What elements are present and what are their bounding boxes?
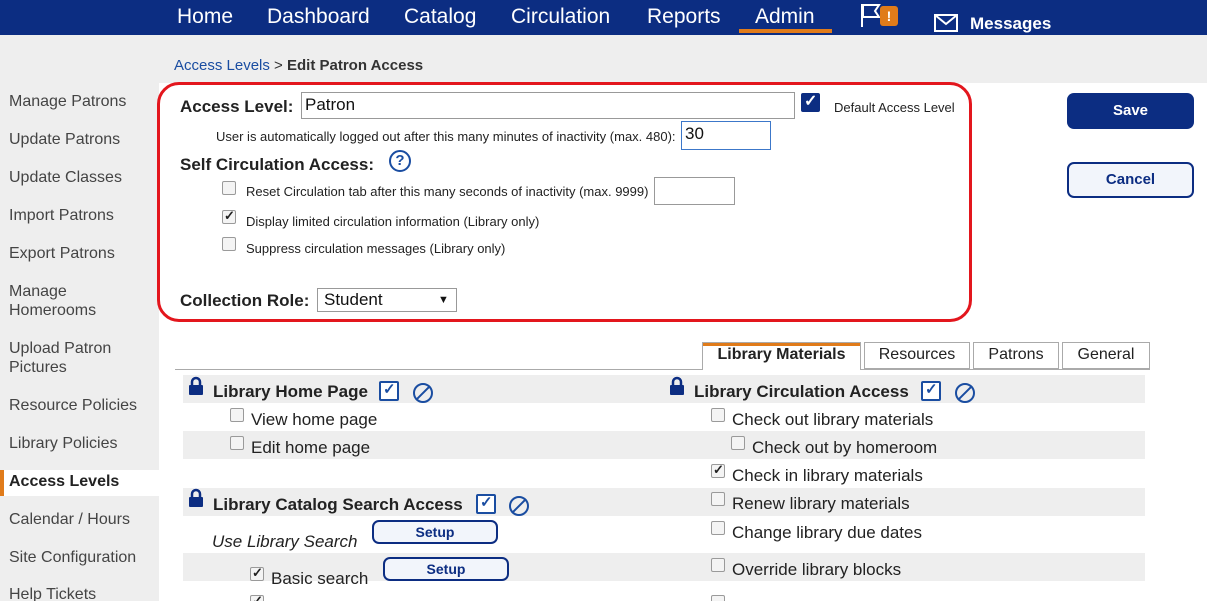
collection-role-select[interactable]: Student [317,288,457,312]
mail-icon [934,14,958,32]
lock-icon [189,488,203,507]
circulation-clear-icon[interactable] [955,383,975,403]
sidebar-item-update-classes[interactable]: Update Classes [9,168,149,187]
check-out-homeroom-checkbox[interactable] [731,436,745,450]
top-nav: Home Dashboard Catalog Circulation Repor… [0,0,1207,35]
check-in-label: Check in library materials [732,466,923,485]
alert-badge: ! [880,6,898,26]
alerts-button[interactable]: ! [860,2,912,28]
catalog-search-title: Library Catalog Search Access [213,495,463,514]
sidebar-item-import-patrons[interactable]: Import Patrons [9,206,149,225]
nav-catalog[interactable]: Catalog [404,5,476,29]
sidebar-item-upload-patron-pictures[interactable]: Upload Patron Pictures [9,339,129,377]
sidebar-active-indicator [0,470,4,496]
nav-circulation[interactable]: Circulation [511,5,610,29]
collection-role-value: Student [324,290,383,309]
use-search-setup-button[interactable]: Setup [372,520,498,544]
chevron-down-icon: ▼ [438,294,449,306]
tab-library-materials[interactable]: Library Materials [702,342,861,370]
help-icon[interactable]: ? [389,150,411,172]
change-due-dates-label: Change library due dates [732,523,922,542]
tab-resources[interactable]: Resources [864,342,970,369]
lock-icon [189,376,203,395]
renew-label: Renew library materials [732,494,910,513]
sidebar-item-manage-homerooms[interactable]: Manage Homerooms [9,282,109,320]
circulation-title: Library Circulation Access [694,382,909,401]
circulation-select-all-checkbox[interactable] [921,380,941,401]
override-blocks-label: Override library blocks [732,560,902,579]
breadcrumb: Access Levels > Edit Patron Access [174,57,423,74]
basic-search-checkbox[interactable] [250,565,264,581]
messages-link[interactable]: Messages [970,14,1051,34]
breadcrumb-separator: > [274,57,283,74]
renew-checkbox[interactable] [711,492,725,506]
tab-general[interactable]: General [1062,342,1150,369]
display-limited-checkbox[interactable] [222,208,236,224]
override-blocks-checkbox[interactable] [711,558,725,572]
edit-home-page-checkbox[interactable] [230,436,244,450]
flag-icon [861,4,881,27]
home-page-clear-icon[interactable] [413,383,433,403]
default-access-checkbox[interactable] [801,91,820,112]
reset-circ-checkbox[interactable] [222,181,236,195]
partial-row-checkbox[interactable] [250,593,264,601]
view-home-page-label: View home page [251,410,378,429]
reset-circ-label: Reset Circulation tab after this many se… [246,184,649,199]
access-level-label: Access Level: [180,97,294,116]
suppress-messages-label: Suppress circulation messages (Library o… [246,241,506,256]
home-page-select-all-checkbox[interactable] [379,380,399,401]
logout-minutes-input[interactable]: 30 [681,121,771,150]
catalog-search-clear-icon[interactable] [509,496,529,516]
sidebar-item-export-patrons[interactable]: Export Patrons [9,244,149,263]
messages-button[interactable] [934,14,958,37]
suppress-messages-checkbox[interactable] [222,237,236,251]
lock-icon [670,376,684,395]
nav-admin[interactable]: Admin [755,5,815,29]
use-library-search-label: Use Library Search [212,532,358,551]
sidebar-item-update-patrons[interactable]: Update Patrons [9,130,149,149]
breadcrumb-current: Edit Patron Access [286,57,424,74]
check-in-checkbox[interactable] [711,462,725,478]
view-home-page-checkbox[interactable] [230,408,244,422]
sidebar-item-library-policies[interactable]: Library Policies [9,434,149,453]
home-page-title: Library Home Page [213,382,368,401]
breadcrumb-access-levels[interactable]: Access Levels [174,57,270,74]
change-due-dates-checkbox[interactable] [711,521,725,535]
tab-divider [175,369,1150,370]
sidebar-item-resource-policies[interactable]: Resource Policies [9,396,149,415]
self-circulation-label: Self Circulation Access: [180,155,374,174]
access-level-input[interactable]: Patron [301,92,795,119]
basic-search-label: Basic search [271,569,369,588]
catalog-search-select-all-checkbox[interactable] [476,493,496,514]
save-button[interactable]: Save [1067,93,1194,129]
nav-home[interactable]: Home [177,5,233,29]
tab-patrons[interactable]: Patrons [973,342,1059,369]
display-limited-label: Display limited circulation information … [246,214,540,229]
nav-dashboard[interactable]: Dashboard [267,5,370,29]
nav-active-indicator [739,29,832,33]
cancel-button[interactable]: Cancel [1067,162,1194,198]
sidebar-item-help-tickets[interactable]: Help Tickets [9,585,149,601]
sidebar-item-manage-patrons[interactable]: Manage Patrons [9,92,149,111]
basic-search-setup-button[interactable]: Setup [383,557,509,581]
sidebar-item-access-levels[interactable]: Access Levels [9,472,149,491]
default-access-label: Default Access Level [834,100,955,115]
edit-home-page-label: Edit home page [251,438,371,457]
sidebar-item-calendar-hours[interactable]: Calendar / Hours [9,510,149,529]
sidebar-item-site-configuration[interactable]: Site Configuration [9,548,149,567]
check-out-homeroom-label: Check out by homeroom [752,438,938,457]
collection-role-label: Collection Role: [180,291,310,310]
logout-minutes-label: User is automatically logged out after t… [216,129,676,144]
check-out-label: Check out library materials [732,410,934,429]
nav-reports[interactable]: Reports [647,5,721,29]
partial-row-checkbox[interactable] [711,595,725,601]
check-out-checkbox[interactable] [711,408,725,422]
reset-seconds-input[interactable] [654,177,735,205]
